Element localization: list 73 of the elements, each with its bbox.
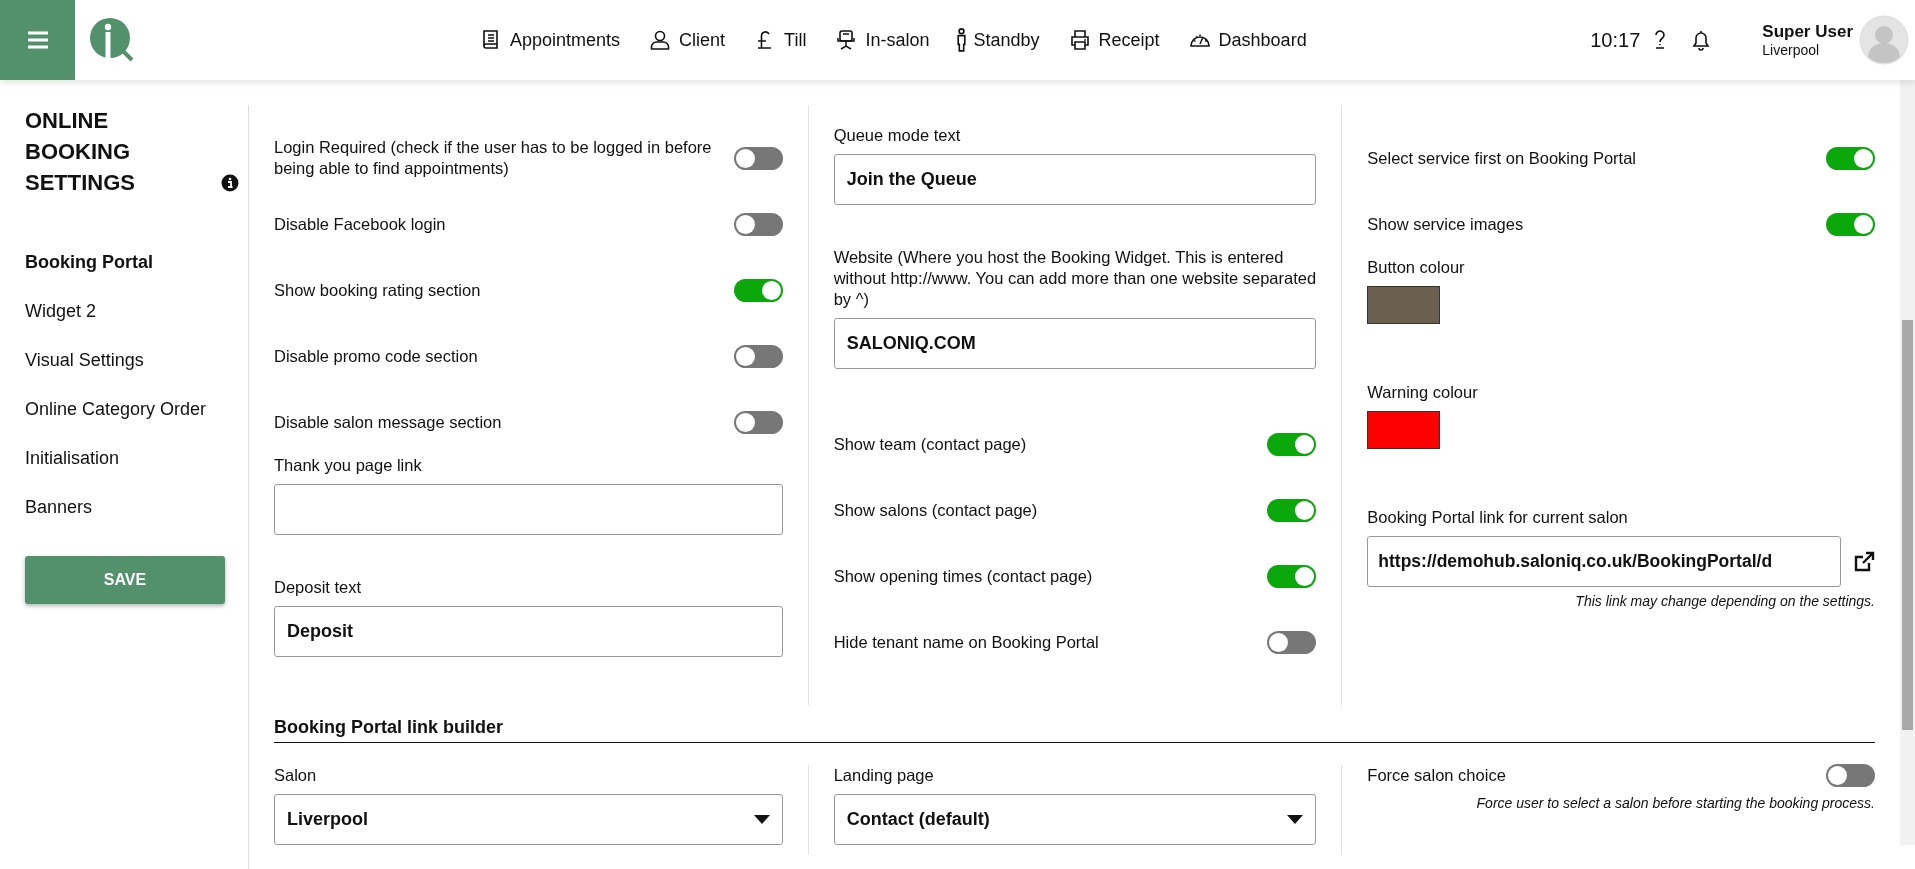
toggle-switch[interactable] xyxy=(733,146,783,170)
setting-label: Disable Facebook login xyxy=(274,213,446,235)
sidebar-item[interactable]: Online Category Order xyxy=(25,397,248,446)
setting-label: Show team (contact page) xyxy=(833,433,1027,455)
page-title: ONLINE BOOKING SETTINGS xyxy=(25,107,136,197)
scrollbar[interactable] xyxy=(1900,80,1915,845)
standing-person-icon xyxy=(957,28,967,52)
nav-link[interactable]: Dashboard xyxy=(1187,28,1307,52)
field-label: Queue mode text xyxy=(833,125,962,146)
caret-icon xyxy=(1287,815,1304,824)
setting-label: Force salon choice xyxy=(1367,764,1506,786)
user-location: Liverpool xyxy=(1762,42,1821,58)
sidebar-item[interactable]: Initialisation xyxy=(25,446,248,495)
nav-link[interactable]: Client xyxy=(648,28,726,52)
dropdown[interactable]: Contact (default) xyxy=(833,794,1317,845)
color-swatch[interactable] xyxy=(1367,411,1441,449)
hint-text: This link may change depending on the settings. xyxy=(1574,593,1875,609)
setting-label: Show service images xyxy=(1367,213,1524,235)
setting-label: Disable promo code section xyxy=(274,345,478,367)
field-label: Deposit text xyxy=(274,577,363,598)
save-button[interactable]: SAVE xyxy=(25,556,225,604)
setting-label: Hide tenant name on Booking Portal xyxy=(833,631,1099,653)
setting-label: Select service first on Booking Portal xyxy=(1367,147,1637,169)
dropdown[interactable]: Liverpool xyxy=(274,794,783,845)
sidebar-item[interactable]: Visual Settings xyxy=(25,348,248,397)
setting-label: Show opening times (contact page) xyxy=(833,565,1093,587)
toggle-switch[interactable] xyxy=(1267,630,1317,654)
nav-link[interactable]: Till xyxy=(753,28,807,52)
toggle-switch[interactable] xyxy=(1826,763,1875,787)
field-label: Landing page xyxy=(833,765,935,786)
user-name: Super User xyxy=(1762,22,1853,42)
menu-icon xyxy=(26,31,49,49)
field-label: Button colour xyxy=(1367,257,1466,278)
toggle-switch[interactable] xyxy=(1267,432,1317,456)
text-field[interactable] xyxy=(274,484,783,535)
field-label: Salon xyxy=(274,765,318,786)
caret-icon xyxy=(753,815,770,824)
toggle-switch[interactable] xyxy=(1826,146,1875,170)
setting-label: Show booking rating section xyxy=(274,279,481,301)
setting-label: Show salons (contact page) xyxy=(833,499,1038,521)
field-label: Website (Where you host the Booking Widget. This is entered without http://www. You can add more than one website separated by ^) xyxy=(833,247,1317,310)
sidebar-item[interactable]: Banners xyxy=(25,495,248,544)
section-heading: Booking Portal link builder xyxy=(274,717,1875,743)
clock-time: 10:17 xyxy=(1590,28,1641,52)
hint-text: Force user to select a salon before starting the booking process. xyxy=(1475,795,1875,811)
nav-link[interactable]: Standby xyxy=(957,28,1040,52)
toggle-switch[interactable] xyxy=(733,344,783,368)
text-field[interactable]: SALONIQ.COM xyxy=(833,318,1317,369)
field-label: Warning colour xyxy=(1367,382,1479,403)
info-icon[interactable] xyxy=(221,174,239,192)
toggle-switch[interactable] xyxy=(733,410,783,434)
text-field[interactable]: Join the Queue xyxy=(833,154,1317,205)
sidebar-item[interactable]: Widget 2 xyxy=(25,299,248,348)
external-link-icon[interactable] xyxy=(1853,550,1875,573)
toggle-switch[interactable] xyxy=(1267,498,1317,522)
sidebar-item[interactable]: Booking Portal xyxy=(25,250,248,299)
toggle-switch[interactable] xyxy=(1826,212,1875,236)
nav-link[interactable]: Receipt xyxy=(1067,28,1160,52)
field-label: Thank you page link xyxy=(274,455,423,476)
menu-button[interactable] xyxy=(0,0,75,80)
field-label: Booking Portal link for current salon xyxy=(1367,507,1629,528)
avatar-silhouette[interactable] xyxy=(1859,15,1909,65)
toggle-switch[interactable] xyxy=(733,278,783,302)
link-field[interactable]: https://demohub.saloniq.co.uk/BookingPortal/d xyxy=(1367,536,1841,587)
setting-label: Login Required (check if the user has to be logged in before being able to find appointments) xyxy=(274,137,713,179)
logo-icon xyxy=(89,17,135,63)
nav-link[interactable]: In-salon xyxy=(834,28,930,52)
color-swatch[interactable] xyxy=(1367,286,1441,324)
text-field[interactable]: Deposit xyxy=(274,606,783,657)
nav-link[interactable]: Appointments xyxy=(479,28,621,52)
toggle-switch[interactable] xyxy=(733,212,783,236)
toggle-switch[interactable] xyxy=(1267,564,1317,588)
setting-label: Disable salon message section xyxy=(274,411,502,433)
